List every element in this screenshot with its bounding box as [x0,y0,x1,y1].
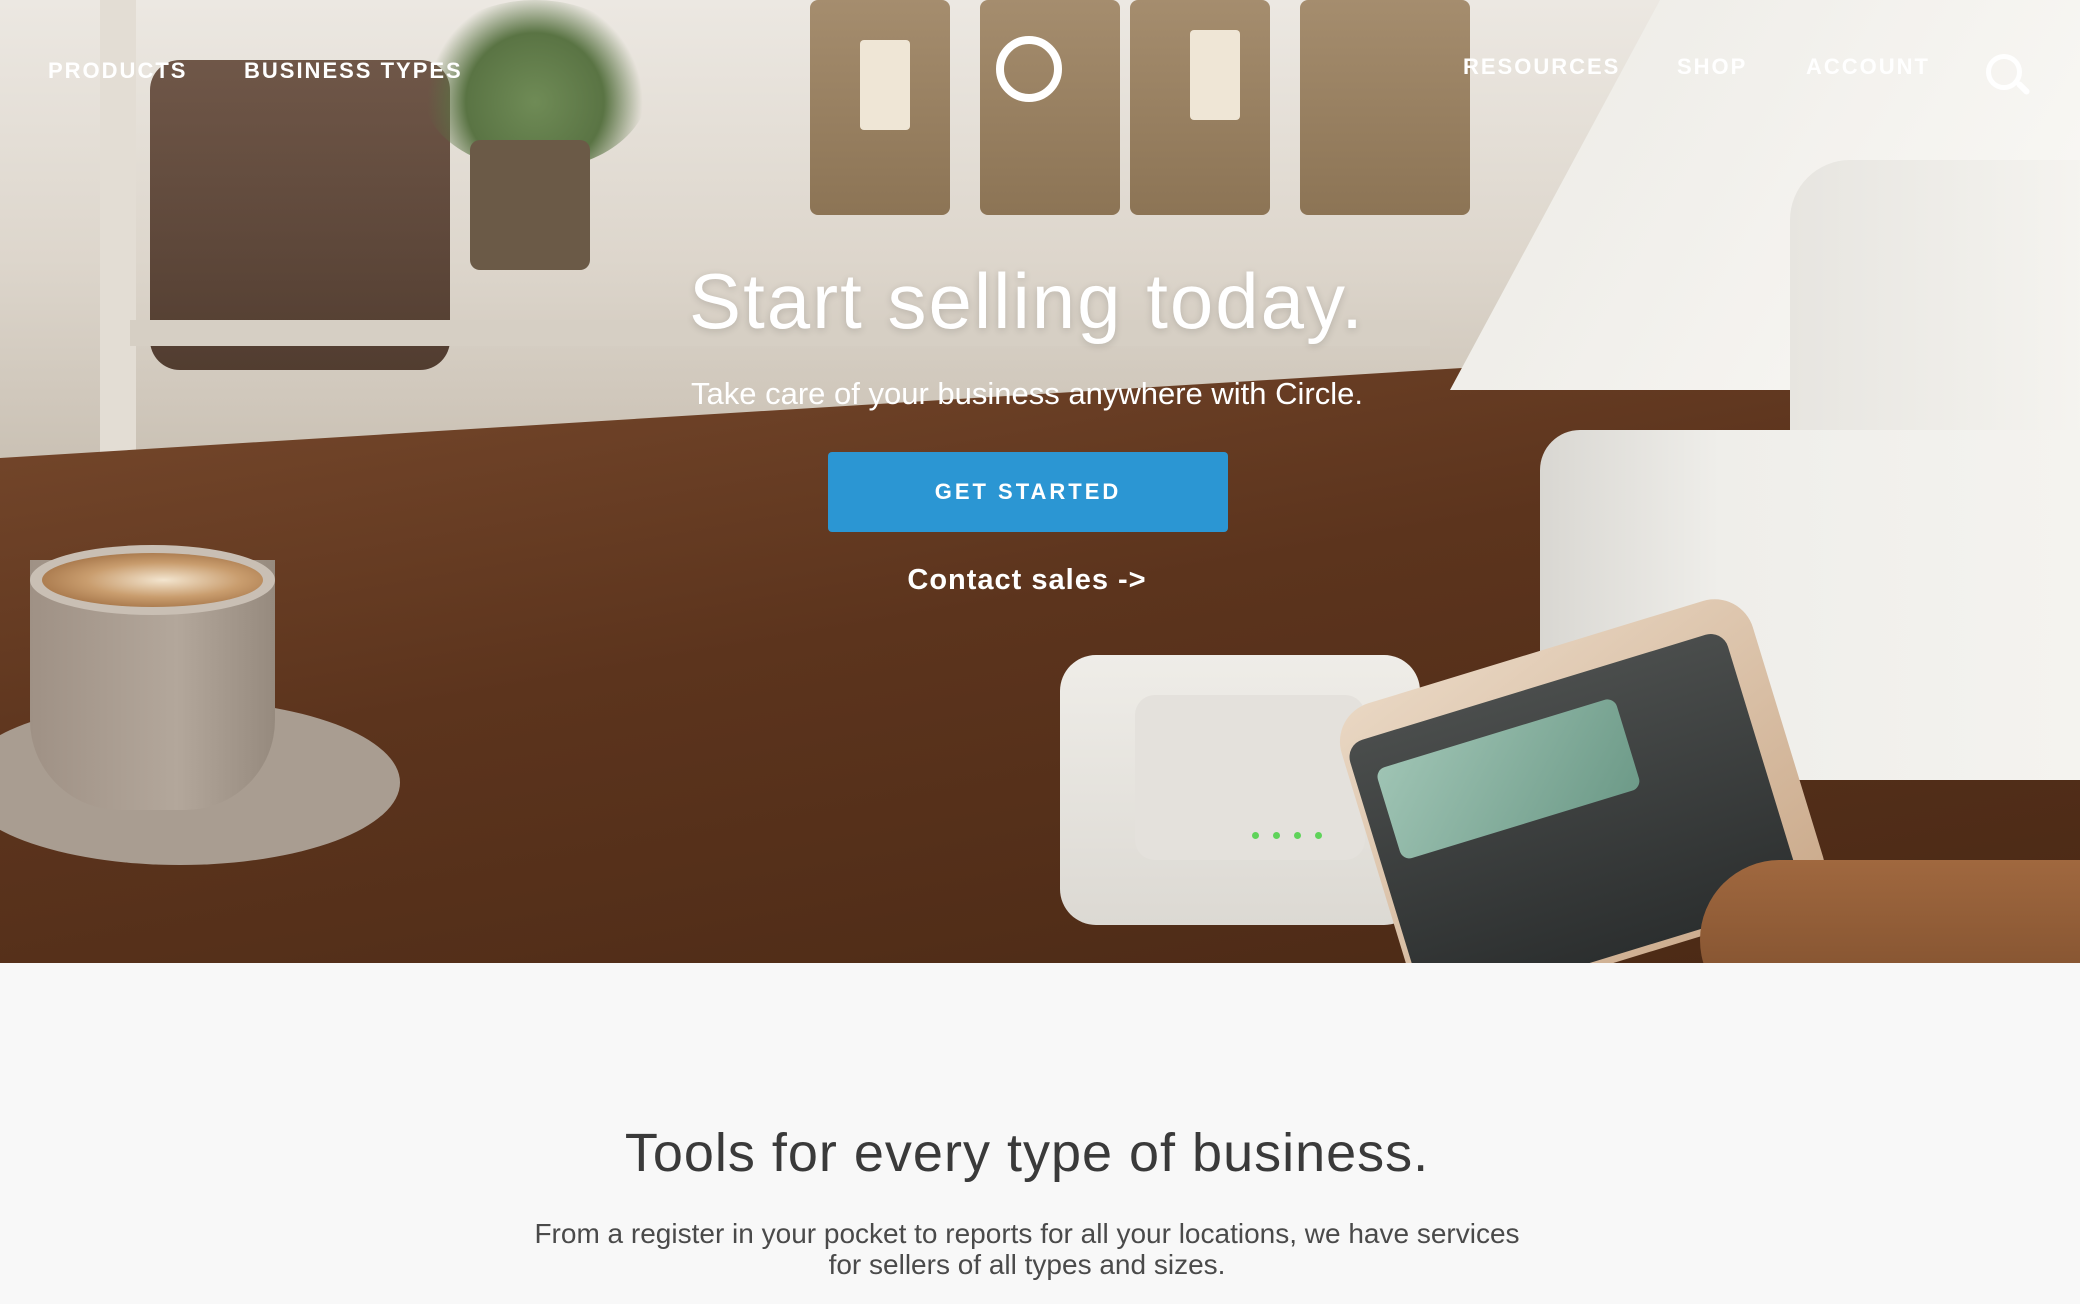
hand-image [1700,860,2080,963]
nav-products[interactable]: PRODUCTS [48,58,187,84]
contact-sales-link[interactable]: Contact sales -> [0,564,2054,597]
top-navigation: PRODUCTS BUSINESS TYPES RESOURCES SHOP A… [0,0,2080,140]
nav-shop[interactable]: SHOP [1677,54,1747,80]
hero-subtitle: Take care of your business anywhere with… [691,376,1363,411]
get-started-button[interactable]: GET STARTED [828,452,1228,532]
reader-led [1315,832,1322,839]
nav-business-types[interactable]: BUSINESS TYPES [244,58,463,84]
reader-led [1273,832,1280,839]
card-reader-face [1135,695,1365,860]
search-icon[interactable] [1986,54,2022,90]
circle-logo-icon[interactable] [996,36,1062,102]
hero-title: Start selling today. [689,257,1365,345]
nav-resources[interactable]: RESOURCES [1463,54,1620,80]
reader-led [1252,832,1259,839]
tools-description: From a register in your pocket to report… [534,1218,1520,1280]
hero-section: PRODUCTS BUSINESS TYPES RESOURCES SHOP A… [0,0,2080,963]
reader-led [1294,832,1301,839]
tools-title: Tools for every type of business. [624,1123,1430,1183]
nav-account[interactable]: ACCOUNT [1806,54,1930,80]
plant-pot-image [470,140,590,270]
